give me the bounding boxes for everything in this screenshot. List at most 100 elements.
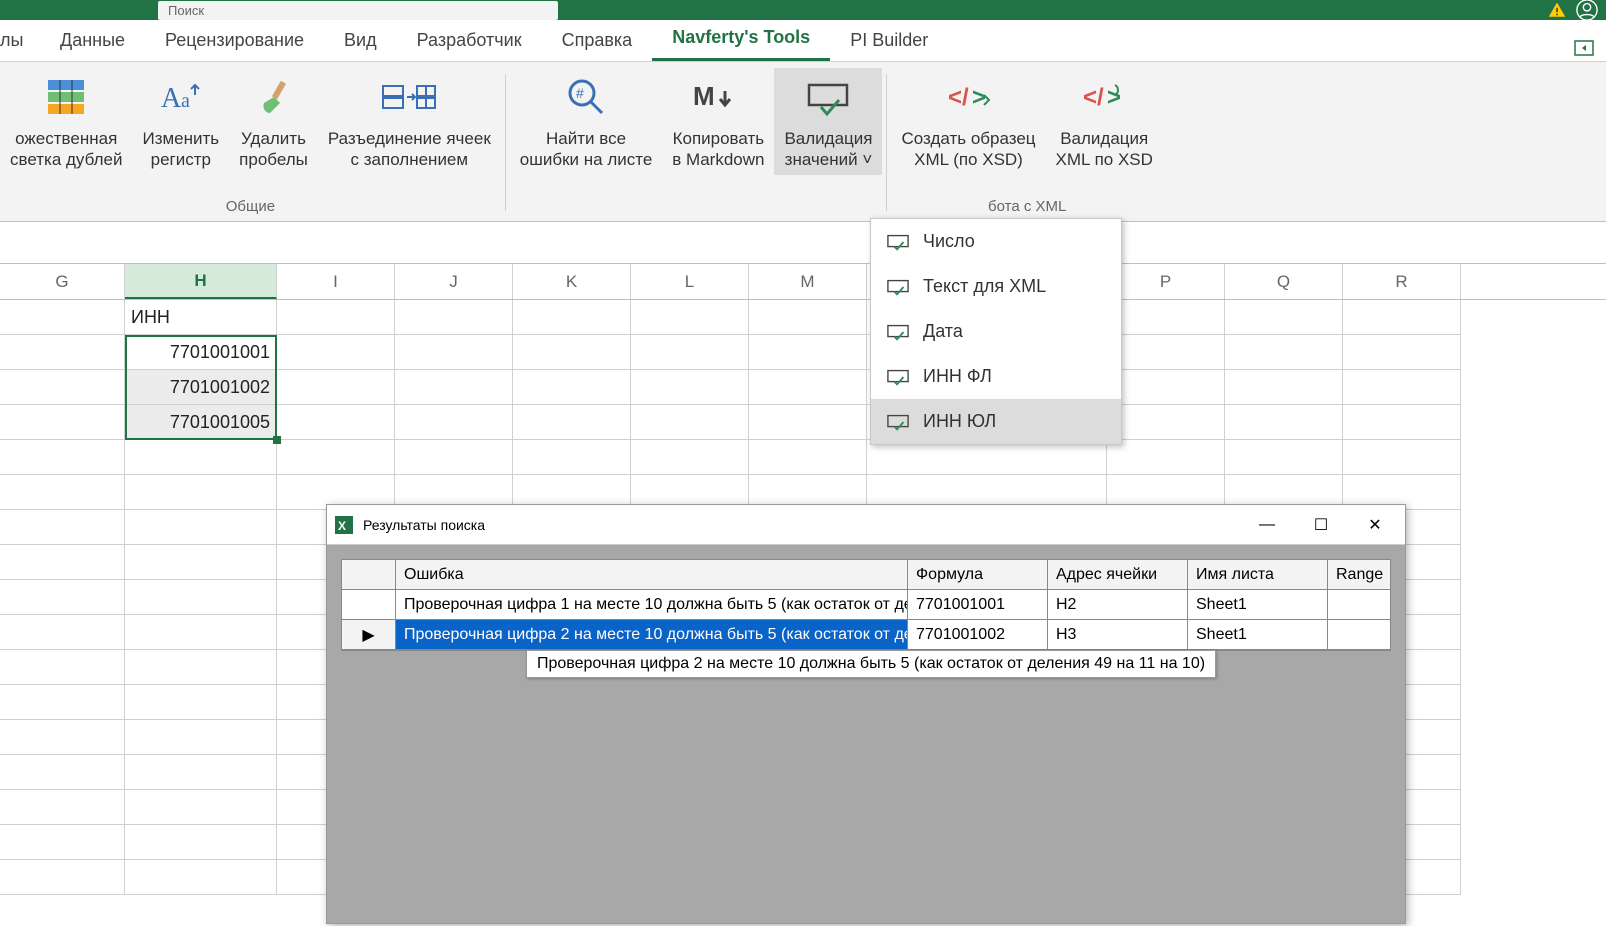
cell[interactable] — [513, 335, 631, 370]
row-selector[interactable]: ▶ — [342, 620, 396, 649]
col-H[interactable]: H — [125, 264, 277, 299]
cell[interactable] — [1343, 370, 1461, 405]
col-address[interactable]: Адрес ячейки — [1048, 560, 1188, 589]
cell[interactable] — [1225, 335, 1343, 370]
cell[interactable] — [0, 860, 125, 895]
cell[interactable] — [0, 720, 125, 755]
cell[interactable] — [277, 335, 395, 370]
cell[interactable] — [0, 300, 125, 335]
cell[interactable] — [277, 405, 395, 440]
col-I[interactable]: I — [277, 264, 395, 299]
cell[interactable] — [631, 405, 749, 440]
cell[interactable] — [395, 440, 513, 475]
trim-spaces-button[interactable]: Удалить пробелы — [229, 68, 318, 175]
cell[interactable] — [631, 335, 749, 370]
cell[interactable] — [277, 300, 395, 335]
col-J[interactable]: J — [395, 264, 513, 299]
cell[interactable] — [125, 825, 277, 860]
col-range[interactable]: Range — [1328, 560, 1390, 589]
cell[interactable] — [1343, 335, 1461, 370]
cell[interactable] — [0, 685, 125, 720]
tab-view[interactable]: Вид — [324, 22, 397, 61]
cell[interactable] — [277, 370, 395, 405]
cell[interactable] — [749, 370, 867, 405]
tab-review[interactable]: Рецензирование — [145, 22, 324, 61]
find-errors-button[interactable]: # Найти все ошибки на листе — [510, 68, 663, 175]
validate-xml-button[interactable]: </> Валидация XML по XSD — [1046, 68, 1163, 175]
change-case-button[interactable]: Aa Изменить регистр — [132, 68, 229, 175]
cell[interactable] — [749, 335, 867, 370]
validate-values-button[interactable]: Валидация значений ˅ — [774, 68, 882, 175]
cell[interactable] — [513, 300, 631, 335]
cell[interactable] — [631, 300, 749, 335]
cell[interactable] — [0, 650, 125, 685]
cell[interactable] — [0, 475, 125, 510]
cell[interactable] — [395, 370, 513, 405]
dropdown-item-xml-text[interactable]: Текст для XML — [871, 264, 1121, 309]
cell[interactable] — [0, 615, 125, 650]
cell[interactable] — [125, 720, 277, 755]
tab-developer[interactable]: Разработчик — [397, 22, 542, 61]
tab-partial[interactable]: лы — [0, 22, 40, 61]
col-M[interactable]: M — [749, 264, 867, 299]
dropdown-item-number[interactable]: Число — [871, 219, 1121, 264]
table-row[interactable]: Проверочная цифра 1 на месте 10 должна б… — [342, 590, 1390, 620]
col-K[interactable]: K — [513, 264, 631, 299]
cell[interactable] — [0, 405, 125, 440]
cell[interactable] — [631, 370, 749, 405]
cell[interactable] — [0, 370, 125, 405]
formula-bar[interactable] — [0, 222, 1606, 264]
copy-markdown-button[interactable]: M Копировать в Markdown — [662, 68, 774, 175]
cell[interactable] — [1225, 440, 1343, 475]
cell[interactable] — [125, 860, 277, 895]
cell[interactable] — [1225, 300, 1343, 335]
cell[interactable] — [749, 440, 867, 475]
cell[interactable] — [125, 510, 277, 545]
tab-data[interactable]: Данные — [40, 22, 145, 61]
cell[interactable] — [513, 370, 631, 405]
cell[interactable] — [0, 335, 125, 370]
cell[interactable] — [125, 685, 277, 720]
selection-handle[interactable] — [273, 436, 281, 444]
cell[interactable] — [1343, 300, 1461, 335]
dropdown-item-inn-fl[interactable]: ИНН ФЛ — [871, 354, 1121, 399]
cell[interactable] — [395, 335, 513, 370]
unmerge-cells-button[interactable]: Разъединение ячеек с заполнением — [318, 68, 501, 175]
cell[interactable] — [631, 440, 749, 475]
cell[interactable] — [0, 755, 125, 790]
search-box[interactable]: Поиск — [158, 1, 558, 20]
row-selector[interactable] — [342, 590, 396, 619]
cell[interactable] — [513, 405, 631, 440]
cell[interactable] — [125, 440, 277, 475]
minimize-button[interactable]: — — [1245, 510, 1289, 540]
table-row[interactable]: ▶ Проверочная цифра 2 на месте 10 должна… — [342, 620, 1390, 650]
col-G[interactable]: G — [0, 264, 125, 299]
cell[interactable] — [1107, 335, 1225, 370]
cell[interactable] — [0, 545, 125, 580]
col-L[interactable]: L — [631, 264, 749, 299]
col-P[interactable]: P — [1107, 264, 1225, 299]
tab-navferty-tools[interactable]: Navferty's Tools — [652, 19, 830, 61]
cell[interactable] — [1107, 300, 1225, 335]
cell[interactable] — [125, 580, 277, 615]
cell-H3[interactable]: 7701001002 — [125, 370, 277, 405]
cell-H2[interactable]: 7701001001 — [125, 335, 277, 370]
col-formula[interactable]: Формула — [908, 560, 1048, 589]
cell[interactable] — [0, 510, 125, 545]
user-avatar-icon[interactable] — [1576, 0, 1598, 21]
cell[interactable] — [277, 440, 395, 475]
cell[interactable] — [125, 475, 277, 510]
cell[interactable] — [0, 790, 125, 825]
cell[interactable] — [1343, 405, 1461, 440]
cell[interactable] — [0, 580, 125, 615]
close-button[interactable]: ✕ — [1353, 510, 1397, 540]
cell[interactable] — [1107, 370, 1225, 405]
cell[interactable] — [1343, 440, 1461, 475]
dropdown-item-inn-ul[interactable]: ИНН ЮЛ — [871, 399, 1121, 444]
cell[interactable] — [395, 405, 513, 440]
tab-help[interactable]: Справка — [542, 22, 653, 61]
cell[interactable] — [749, 405, 867, 440]
cell[interactable] — [513, 440, 631, 475]
cell-H1[interactable]: ИНН — [125, 300, 277, 335]
share-icon[interactable] — [1572, 37, 1596, 61]
